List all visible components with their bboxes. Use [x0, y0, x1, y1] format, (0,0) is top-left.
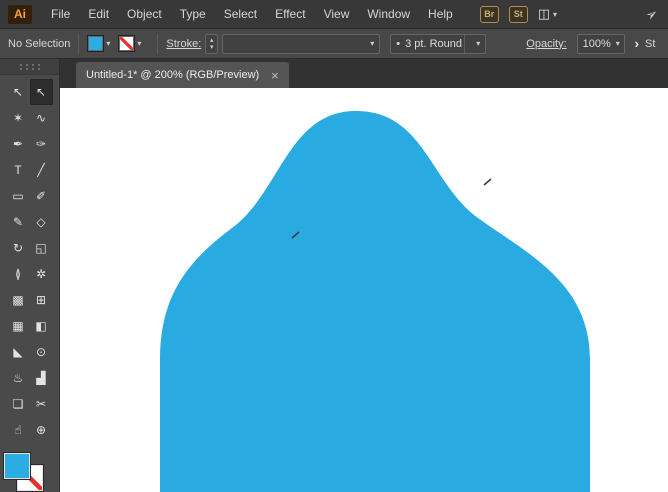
- mesh-tool[interactable]: ▦: [7, 313, 30, 339]
- stroke-color-control[interactable]: ▾: [118, 35, 141, 52]
- fill-swatch[interactable]: [87, 35, 104, 52]
- eraser-tool[interactable]: ◇: [30, 209, 53, 235]
- illustrator-window: Ai FileEditObjectTypeSelectEffectViewWin…: [0, 0, 668, 492]
- scale-tool[interactable]: ◱: [30, 235, 53, 261]
- menu-right-group: Br St ◫ ▾: [480, 6, 557, 23]
- artboard-svg: [60, 88, 668, 492]
- menu-type[interactable]: Type: [171, 0, 215, 29]
- chevron-down-icon: ▾: [553, 10, 557, 19]
- symbol-sprayer-tool[interactable]: ♨: [7, 365, 30, 391]
- expand-panel-arrow-icon[interactable]: ›: [635, 36, 639, 51]
- zoom-tool[interactable]: ⊕: [30, 417, 53, 443]
- chevron-down-icon[interactable]: ▾: [471, 39, 480, 48]
- menu-help[interactable]: Help: [419, 0, 462, 29]
- arrange-documents-icon: ◫: [538, 6, 550, 22]
- style-link-clipped[interactable]: St: [645, 38, 660, 50]
- document-area: Untitled-1* @ 200% (RGB/Preview) ×: [60, 59, 668, 492]
- slice-tool[interactable]: ✂: [30, 391, 53, 417]
- brush-definition-dropdown[interactable]: • 3 pt. Round ▾: [390, 34, 486, 54]
- type-tool[interactable]: T: [7, 157, 30, 183]
- artboard-tool[interactable]: ❏: [7, 391, 30, 417]
- rotate-tool[interactable]: ↻: [7, 235, 30, 261]
- stepper-down-icon[interactable]: ▾: [210, 44, 214, 51]
- stepper-up-icon[interactable]: ▴: [210, 37, 214, 44]
- magic-wand-tool[interactable]: ✶: [7, 105, 30, 131]
- chevron-down-icon[interactable]: ▾: [137, 39, 141, 48]
- divider: [157, 34, 158, 54]
- close-icon[interactable]: ×: [271, 69, 279, 82]
- menu-bar: Ai FileEditObjectTypeSelectEffectViewWin…: [0, 0, 668, 29]
- menu-effect[interactable]: Effect: [266, 0, 314, 29]
- opacity-value: 100%: [583, 38, 611, 50]
- column-graph-tool[interactable]: ▟: [30, 365, 53, 391]
- document-tab-title: Untitled-1* @ 200% (RGB/Preview): [86, 69, 259, 81]
- app-logo: Ai: [8, 5, 32, 24]
- menu-view[interactable]: View: [315, 0, 359, 29]
- width-tool[interactable]: ≬: [7, 261, 30, 287]
- menu-object[interactable]: Object: [118, 0, 171, 29]
- curvature-tool[interactable]: ✑: [30, 131, 53, 157]
- selection-status: No Selection: [8, 38, 70, 50]
- toolbar-swatches: [0, 449, 59, 492]
- hand-tool[interactable]: ☝: [7, 417, 30, 443]
- menu-select[interactable]: Select: [215, 0, 266, 29]
- chevron-down-icon[interactable]: ▾: [106, 39, 110, 48]
- gradient-tool[interactable]: ◧: [30, 313, 53, 339]
- control-bar-right: Opacity: 100% ▾ › St: [526, 34, 660, 54]
- document-tab-bar: Untitled-1* @ 200% (RGB/Preview) ×: [60, 59, 668, 88]
- selection-tool[interactable]: ↖: [7, 79, 30, 105]
- lasso-tool[interactable]: ∿: [30, 105, 53, 131]
- menu-window[interactable]: Window: [358, 0, 419, 29]
- perspective-grid-tool[interactable]: ⊞: [30, 287, 53, 313]
- anchor-tick: [484, 179, 491, 185]
- chevron-down-icon[interactable]: ▾: [365, 39, 374, 48]
- menu-file[interactable]: File: [42, 0, 79, 29]
- stroke-panel-link[interactable]: Stroke:: [166, 38, 201, 50]
- document-tab[interactable]: Untitled-1* @ 200% (RGB/Preview) ×: [76, 62, 289, 88]
- toolbar-grip-handle[interactable]: [0, 59, 59, 75]
- stroke-none-swatch[interactable]: [118, 35, 135, 52]
- pen-tool[interactable]: ✒: [7, 131, 30, 157]
- blend-tool[interactable]: ⊙: [30, 339, 53, 365]
- paintbrush-tool[interactable]: ✐: [30, 183, 53, 209]
- divider: [464, 35, 465, 53]
- grip-dots-icon: [18, 63, 42, 70]
- opacity-panel-link[interactable]: Opacity:: [526, 38, 566, 50]
- direct-selection-tool[interactable]: ↖: [30, 79, 53, 105]
- free-transform-tool[interactable]: ✲: [30, 261, 53, 287]
- tools-grid: ↖↖✶∿✒✑T╱▭✐✎◇↻◱≬✲▩⊞▦◧◣⊙♨▟❏✂☝⊕: [0, 75, 59, 443]
- chevron-down-icon[interactable]: ▾: [611, 39, 620, 48]
- stroke-weight-stepper[interactable]: ▴ ▾: [205, 34, 218, 54]
- control-bar: No Selection ▾ ▾ Stroke: ▴ ▾ ▾ • 3 pt. R…: [0, 29, 668, 59]
- tools-panel: ↖↖✶∿✒✑T╱▭✐✎◇↻◱≬✲▩⊞▦◧◣⊙♨▟❏✂☝⊕: [0, 59, 60, 492]
- menu-edit[interactable]: Edit: [79, 0, 118, 29]
- brush-preview-dot: •: [396, 38, 400, 50]
- workspace: ↖↖✶∿✒✑T╱▭✐✎◇↻◱≬✲▩⊞▦◧◣⊙♨▟❏✂☝⊕ Untitled-1*…: [0, 59, 668, 492]
- opacity-dropdown[interactable]: 100% ▾: [577, 34, 625, 54]
- stock-button[interactable]: St: [509, 6, 528, 23]
- eyedropper-tool[interactable]: ◣: [7, 339, 30, 365]
- rectangle-tool[interactable]: ▭: [7, 183, 30, 209]
- share-icon[interactable]: ➢: [642, 4, 661, 25]
- toolbar-fill-swatch[interactable]: [4, 453, 30, 479]
- bridge-button[interactable]: Br: [480, 6, 499, 23]
- menu-list: FileEditObjectTypeSelectEffectViewWindow…: [42, 0, 462, 29]
- blue-shape[interactable]: [160, 111, 590, 492]
- shape-builder-tool[interactable]: ▩: [7, 287, 30, 313]
- canvas[interactable]: [60, 88, 668, 492]
- stroke-weight-dropdown[interactable]: ▾: [222, 34, 380, 54]
- line-segment-tool[interactable]: ╱: [30, 157, 53, 183]
- brush-name: 3 pt. Round: [405, 38, 462, 50]
- shaper-tool[interactable]: ✎: [7, 209, 30, 235]
- workspace-switcher[interactable]: ◫ ▾: [538, 6, 557, 22]
- divider: [78, 34, 79, 54]
- fill-control[interactable]: ▾: [87, 35, 110, 52]
